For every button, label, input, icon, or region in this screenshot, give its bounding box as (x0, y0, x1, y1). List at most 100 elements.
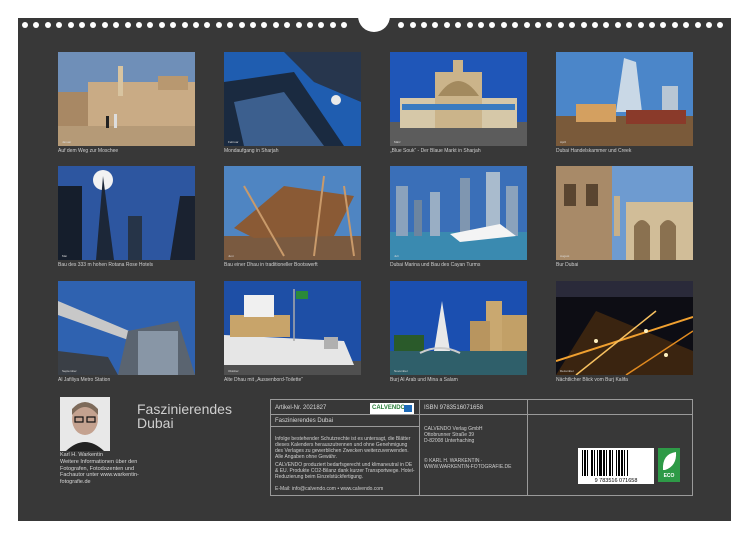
photo-caption: Nächtlicher Blick vom Burj Kalifa (556, 377, 628, 383)
barcode-bar (587, 450, 588, 476)
binding-hole (546, 22, 553, 28)
legal-notice: Infolge bestehender Schutzrechte ist es … (275, 436, 411, 460)
burj-al-arab-image (390, 281, 527, 375)
binding-hole (329, 22, 336, 28)
photo-december[interactable]: Dezember (556, 281, 693, 375)
binding-hole (592, 22, 598, 28)
photo-caption: Bau einer Dhau in traditioneller Bootswe… (224, 262, 318, 268)
binding-hole (56, 22, 63, 28)
eco-label: ECO (663, 473, 675, 479)
month-label: Mai (62, 254, 67, 258)
barcode-bar (618, 450, 620, 476)
info-title: Faszinierendes Dubai (275, 418, 334, 424)
binding-hole (603, 22, 610, 28)
photo-july[interactable]: Juli (390, 166, 527, 260)
binding-hole (580, 22, 587, 28)
binding-hole (706, 22, 712, 28)
binding-hole (569, 22, 576, 28)
binding-hole (33, 22, 40, 28)
binding-hole (432, 22, 439, 28)
binding-hole (307, 22, 313, 28)
barcode-bar (624, 450, 625, 476)
binding-hole (101, 22, 108, 28)
photo-november[interactable]: November (390, 281, 527, 375)
eco-badge: ECO (658, 448, 680, 482)
binding-hole (181, 22, 188, 28)
photo-march[interactable]: März (390, 52, 527, 146)
climate-notice: CALVENDO produziert bedarfsgerecht und k… (275, 462, 415, 480)
barcode-digits: 9 783516 071658 (595, 478, 638, 484)
photo-caption: Burj Al Arab und Mina a Salam (390, 377, 458, 383)
calendar-title: Faszinierendes Dubai (137, 401, 232, 431)
barcode-bar (597, 450, 598, 476)
mosque-street-image (58, 52, 195, 146)
photo-october[interactable]: Oktober (224, 281, 361, 375)
binding-hole (238, 22, 245, 28)
creek-chamber-image (556, 52, 693, 146)
marina-image (390, 166, 527, 260)
month-label: Oktober (228, 369, 239, 373)
author-portrait (60, 397, 110, 451)
barcode-bar (591, 450, 593, 476)
binding-hole (341, 22, 348, 28)
month-label: November (394, 369, 408, 373)
binding-hole (694, 22, 701, 28)
barcode-bar (594, 450, 595, 476)
photo-august[interactable]: August (556, 166, 693, 260)
binding-hole (90, 22, 97, 28)
barcode-bar (582, 450, 583, 476)
binding-hole (193, 22, 199, 28)
binding-hole (22, 22, 28, 28)
photo-april[interactable]: April (556, 52, 693, 146)
binding-hole (557, 22, 564, 28)
photo-caption: Alte Dhau mit „Aussenbord-Toilette“ (224, 377, 303, 383)
contact-email: E-Mail: info@calvendo.com • www.calvendo… (275, 486, 384, 492)
tower-moon-image (224, 52, 361, 146)
bur-dubai-image (556, 166, 693, 260)
binding-hole (147, 22, 154, 28)
photo-september[interactable]: September (58, 281, 195, 375)
photo-caption: Bur Dubai (556, 262, 579, 268)
photo-february[interactable]: Februar (224, 52, 361, 146)
binding-hole (204, 22, 211, 28)
binding-hole (478, 22, 484, 28)
binding-hole (637, 22, 644, 28)
calvendo-logo: CALVENDO (370, 403, 414, 414)
barcode-bar (621, 450, 623, 476)
photo-may[interactable]: Mai (58, 166, 195, 260)
barcode-bar (627, 450, 628, 476)
barcode-bar (616, 450, 617, 476)
month-label: März (394, 140, 401, 144)
binding-hole (250, 22, 256, 28)
binding-hole (272, 22, 279, 28)
barcode: 9 783516 071658 (578, 448, 654, 484)
photo-june[interactable]: Juni (224, 166, 361, 260)
barcode-bar (609, 450, 611, 476)
photo-caption: Al Jafiliya Metro Station (58, 377, 111, 383)
old-dhow-image (224, 281, 361, 375)
binding-hole (443, 22, 450, 28)
binding-hole (409, 22, 416, 28)
month-label: Juni (228, 254, 234, 258)
author-info: Weitere Informationen über den Fotografe… (60, 459, 139, 485)
binding-hole (136, 22, 142, 28)
month-label: Juli (394, 254, 399, 258)
barcode-bar (606, 450, 607, 476)
binding-hole (717, 22, 724, 28)
binding-hole (318, 22, 325, 28)
photo-caption: Bau des 333 m hohen Rotana Rose Hotels (58, 262, 154, 268)
binding-hole (124, 22, 131, 28)
binding-hole (79, 22, 85, 28)
binding-hole (398, 22, 405, 28)
binding-hole (614, 22, 621, 28)
binding-hole (500, 22, 507, 28)
binding-hole (284, 22, 291, 28)
copyright-notice: © KARL H. WARKENTIN · WWW.WARKENTIN-FOTO… (424, 458, 512, 470)
binding-hole (649, 22, 655, 28)
binding-hole (512, 22, 519, 28)
binding-hole (489, 22, 496, 28)
photo-january[interactable]: Januar (58, 52, 195, 146)
article-number: Artikel-Nr. 2021827 (275, 405, 327, 411)
binding-hole (44, 22, 51, 28)
month-label: September (62, 369, 77, 373)
